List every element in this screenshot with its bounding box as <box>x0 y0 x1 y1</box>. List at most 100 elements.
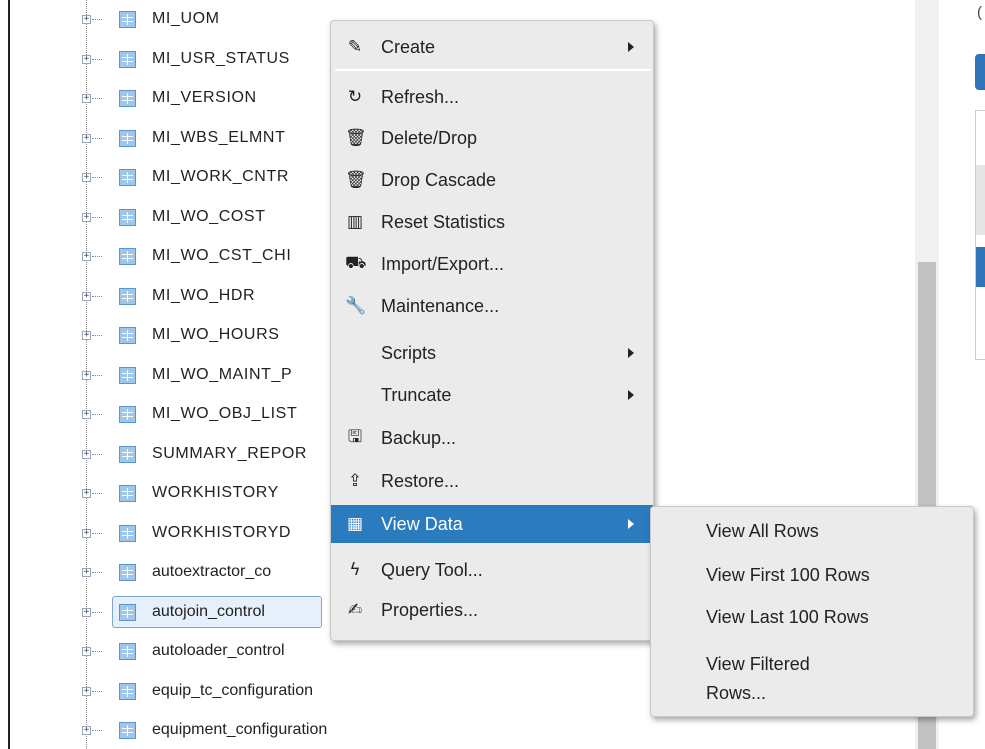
submenu-item-view-first-100-rows[interactable]: View First 100 Rows <box>706 561 870 589</box>
menu-item-reset-statistics[interactable]: ▥ Reset Statistics <box>331 203 653 241</box>
tree-node-label[interactable]: MI_WO_CST_CHI <box>152 247 291 265</box>
tree-connector <box>92 572 102 573</box>
trash-icon: 🗑 <box>345 170 367 190</box>
expand-icon[interactable]: + <box>82 489 91 498</box>
expand-icon[interactable]: + <box>82 331 91 340</box>
expand-icon[interactable]: + <box>82 686 91 696</box>
view-data-submenu: View All Rows View First 100 Rows View Las… <box>650 506 974 717</box>
tree-node-label[interactable]: WORKHISTORY <box>152 484 279 502</box>
menu-item-refresh[interactable]: ↻ Refresh... <box>331 78 653 116</box>
right-panel-selected-row[interactable] <box>976 247 985 287</box>
tree-connector <box>92 19 102 20</box>
table-icon <box>119 327 136 344</box>
tree-node-label[interactable]: MI_WO_MAINT_P <box>152 366 292 384</box>
right-panel-text: ( <box>977 4 982 21</box>
menu-item-scripts[interactable]: Scripts <box>331 334 653 372</box>
menu-item-label: Drop Cascade <box>381 169 497 190</box>
submenu-item-view-all-rows[interactable]: View All Rows <box>706 517 819 545</box>
menu-item-label: Truncate <box>381 384 452 405</box>
submenu-item-view-filtered-rows[interactable]: View Filtered <box>706 650 810 678</box>
table-icon <box>119 524 136 542</box>
tree-node-label[interactable]: equip_tc_configuration <box>152 682 313 700</box>
menu-item-drop-cascade[interactable]: 🗑 Drop Cascade <box>331 161 653 199</box>
expand-icon[interactable]: + <box>82 647 91 656</box>
table-icon <box>119 722 136 739</box>
tree-node-label[interactable]: MI_WO_OBJ_LIST <box>152 405 297 423</box>
menu-item-import-export[interactable]: ⛟ Import/Export... <box>331 245 653 283</box>
tree-node-label[interactable]: MI_USR_STATUS <box>152 50 290 68</box>
wrench-icon: 🔧 <box>345 296 367 316</box>
expand-icon[interactable]: + <box>82 449 91 459</box>
expand-icon[interactable]: + <box>82 94 91 103</box>
tree-node-label[interactable]: MI_WORK_CNTR <box>152 168 289 186</box>
submenu-arrow-icon <box>628 348 634 358</box>
tree-node-label[interactable]: autoextractor_co <box>152 563 271 581</box>
upload-icon: ⇪ <box>347 471 363 491</box>
menu-item-create[interactable]: ✎ Create <box>331 28 653 66</box>
tree-node-label[interactable]: SUMMARY_REPOR <box>152 445 307 463</box>
expand-icon[interactable]: + <box>82 370 91 380</box>
tree-node-label[interactable]: MI_WBS_ELMNT <box>152 129 285 147</box>
menu-item-maintenance[interactable]: 🔧 Maintenance... <box>331 287 653 325</box>
expand-icon[interactable]: + <box>82 568 91 577</box>
expand-icon[interactable]: + <box>82 173 91 182</box>
table-icon <box>119 366 136 384</box>
tree-connector <box>92 690 102 692</box>
submenu-arrow-icon <box>628 42 634 52</box>
expand-icon[interactable]: + <box>82 54 91 64</box>
tree-node-label[interactable]: MI_WO_HOURS <box>152 326 280 344</box>
magic-wand-icon: ✎ <box>347 37 363 57</box>
menu-item-label: Maintenance... <box>381 295 500 316</box>
tree-node-label[interactable]: MI_VERSION <box>152 89 257 107</box>
menu-item-truncate[interactable]: Truncate <box>331 376 653 414</box>
expand-icon[interactable]: + <box>82 726 91 735</box>
menu-item-properties[interactable]: ✍ Properties... <box>331 591 653 629</box>
expand-icon[interactable]: + <box>82 252 91 261</box>
menu-item-delete-drop[interactable]: 🗑 Delete/Drop <box>331 119 653 157</box>
expand-icon[interactable]: + <box>82 528 91 538</box>
tree-node-label[interactable]: autoloader_control <box>152 642 285 660</box>
refresh-icon: ↻ <box>347 87 363 107</box>
context-menu: ✎ Create ↻ Refresh... 🗑 Delete/Drop 🗑 Drop Casc… <box>330 20 654 641</box>
tree-connector <box>92 216 102 218</box>
expand-icon[interactable]: + <box>82 15 91 24</box>
tree-connector <box>92 730 102 731</box>
menu-item-label: Create <box>381 36 436 57</box>
menu-item-label: Scripts <box>381 342 437 363</box>
expand-icon[interactable]: + <box>82 212 91 222</box>
right-panel-button[interactable] <box>975 54 985 90</box>
expand-icon[interactable]: + <box>82 410 91 419</box>
menu-item-label: Import/Export... <box>381 253 505 274</box>
menu-item-view-data[interactable]: ▦ View Data <box>331 505 653 543</box>
menu-item-query-tool[interactable]: ϟ Query Tool... <box>331 551 653 589</box>
tree-connector <box>92 532 102 534</box>
tree-node-label[interactable]: MI_WO_COST <box>152 208 266 226</box>
tree-node-label[interactable]: MI_WO_HDR <box>152 287 255 305</box>
table-icon <box>119 406 136 423</box>
tree-node-label[interactable]: WORKHISTORYD <box>152 524 291 542</box>
menu-item-label: Backup... <box>381 427 457 448</box>
right-panel-box <box>975 110 985 360</box>
submenu-arrow-icon <box>628 390 634 400</box>
table-grid-icon: ▦ <box>346 514 364 534</box>
submenu-item-view-filtered-rows[interactable]: Rows... <box>706 679 766 707</box>
table-icon <box>119 287 136 305</box>
tree-node-label[interactable]: autojoin_control <box>152 603 265 621</box>
table-icon <box>119 682 136 700</box>
expand-icon[interactable]: + <box>82 291 91 301</box>
expand-icon[interactable]: + <box>82 607 91 617</box>
table-icon <box>119 445 136 463</box>
tree-connector <box>92 335 102 336</box>
tree-node-label[interactable]: MI_UOM <box>152 10 220 28</box>
table-icon <box>119 208 136 226</box>
expand-icon[interactable]: + <box>82 133 91 143</box>
submenu-item-view-last-100-rows[interactable]: View Last 100 Rows <box>706 603 869 631</box>
tree-node-label[interactable]: equipment_configuration <box>152 721 327 739</box>
table-icon <box>119 248 136 265</box>
menu-item-restore[interactable]: ⇪ Restore... <box>331 462 653 500</box>
table-icon <box>119 485 136 502</box>
menu-item-backup[interactable]: 🖫 Backup... <box>331 419 653 457</box>
menu-item-label: View Data <box>381 513 463 534</box>
cart-icon: ⛟ <box>345 253 367 273</box>
menu-separator <box>335 69 651 71</box>
